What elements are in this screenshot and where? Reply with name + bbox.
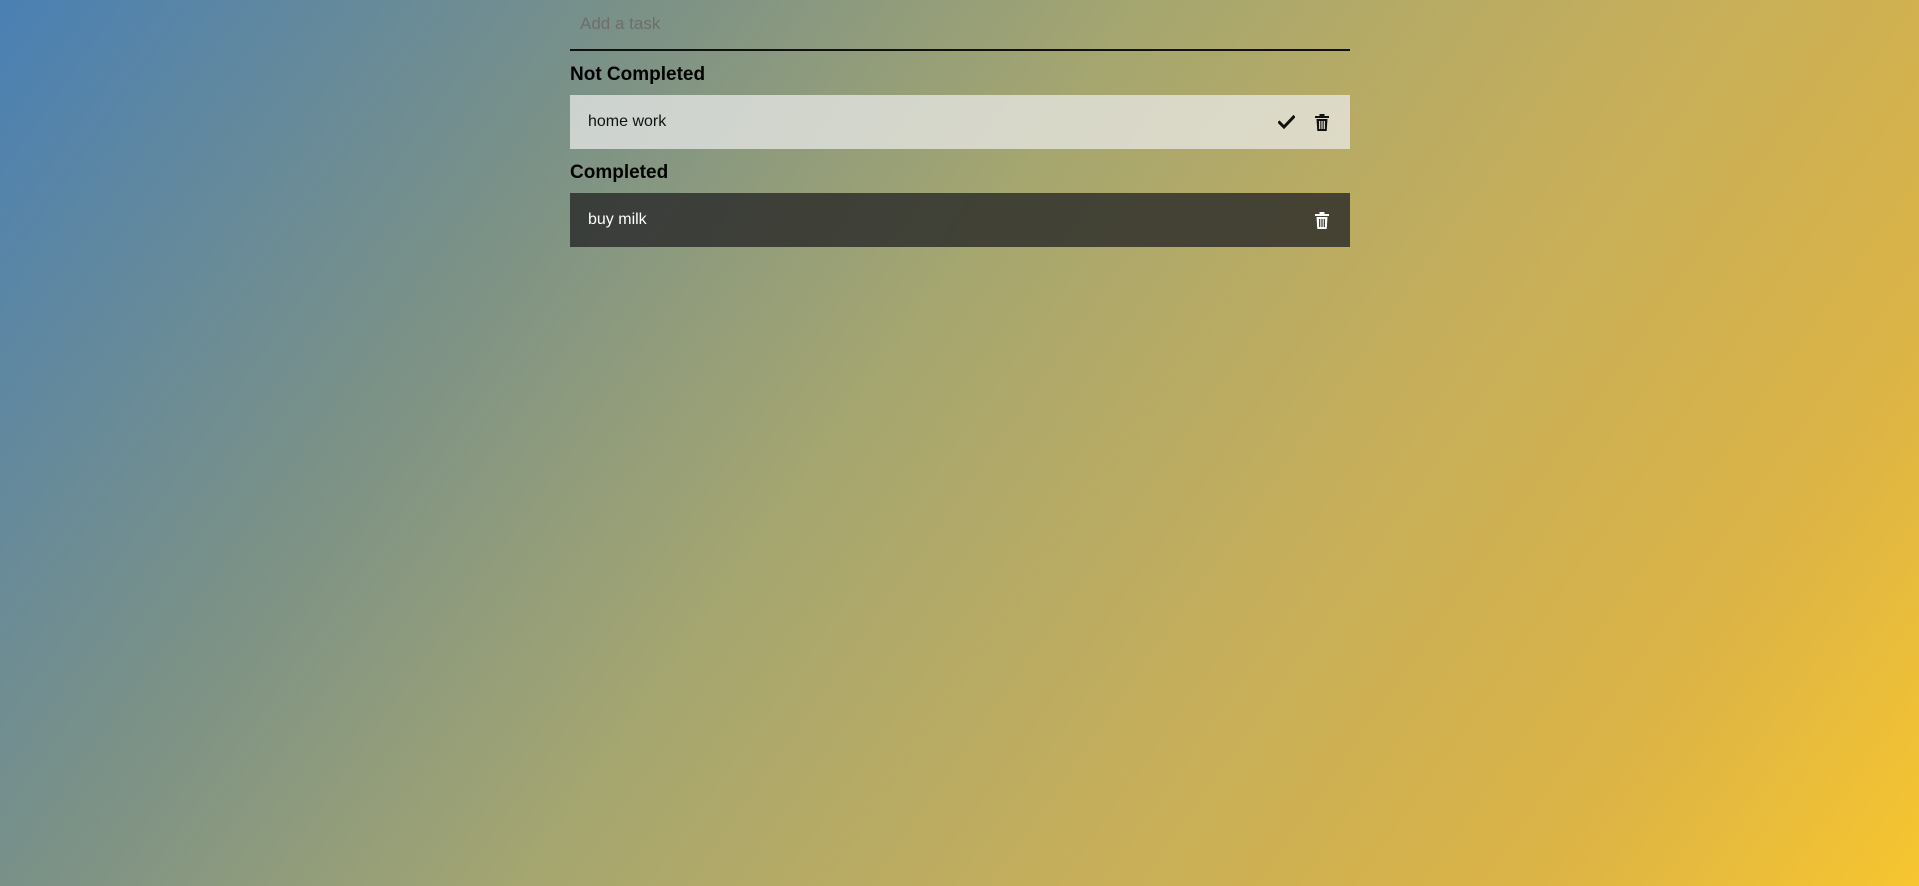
complete-task-button[interactable] <box>1276 112 1296 132</box>
not-completed-heading: Not Completed <box>570 64 706 85</box>
check-icon <box>1277 115 1295 129</box>
task-text: home work <box>588 113 667 130</box>
task-actions <box>1276 112 1332 132</box>
task-item: home work <box>570 95 1350 149</box>
delete-task-button[interactable] <box>1312 210 1332 230</box>
task-item: buy milk <box>570 193 1350 247</box>
completed-list: buy milk <box>570 193 1350 247</box>
completed-heading: Completed <box>570 162 669 183</box>
task-actions <box>1312 210 1332 230</box>
trash-icon <box>1315 113 1329 131</box>
todo-app: Not Completed home work <box>570 0 1350 247</box>
add-task-input[interactable] <box>570 0 1350 49</box>
task-input-wrapper <box>570 0 1350 51</box>
not-completed-list: home work <box>570 95 1350 149</box>
delete-task-button[interactable] <box>1312 112 1332 132</box>
trash-icon <box>1315 211 1329 229</box>
task-text: buy milk <box>588 211 647 228</box>
